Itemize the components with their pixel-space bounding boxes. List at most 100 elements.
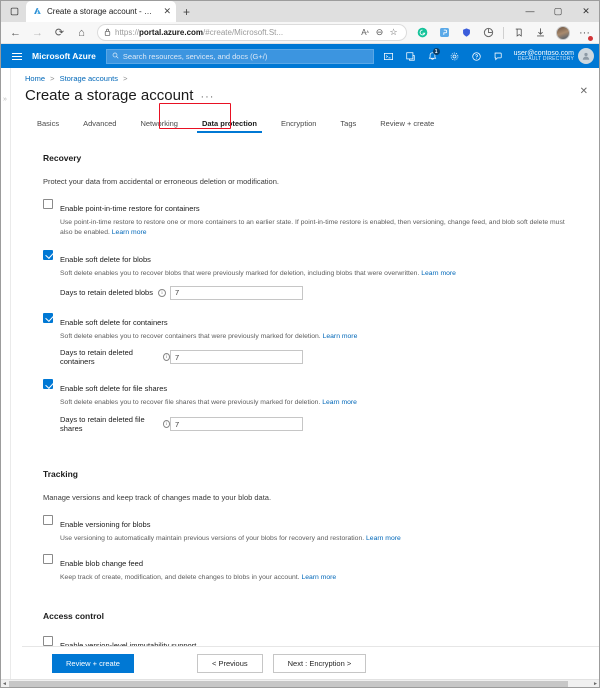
- collections-icon[interactable]: [508, 23, 529, 43]
- window-maximize-button[interactable]: ▢: [544, 0, 572, 22]
- avatar: [578, 48, 594, 64]
- tab-review-create[interactable]: Review + create: [368, 116, 446, 133]
- refresh-icon[interactable]: ⟳: [49, 23, 70, 43]
- learn-more-link[interactable]: Learn more: [366, 535, 401, 542]
- scrollbar-track[interactable]: [9, 680, 591, 688]
- help-soft-delete-containers: Soft delete enables you to recover conta…: [60, 332, 358, 340]
- field-days-retain-blobs: Days to retain deleted blobs i: [60, 285, 570, 300]
- option-soft-delete-containers[interactable]: Enable soft delete for containers Soft d…: [43, 312, 570, 342]
- azure-favicon-icon: [32, 7, 42, 17]
- window-close-button[interactable]: ✕: [572, 0, 600, 22]
- info-icon[interactable]: i: [162, 353, 170, 362]
- profile-avatar[interactable]: [552, 23, 573, 43]
- grammarly-extension-icon[interactable]: [412, 23, 433, 43]
- checkbox-soft-delete-blobs[interactable]: [43, 249, 53, 260]
- learn-more-link[interactable]: Learn more: [322, 399, 357, 406]
- ghostery-extension-icon[interactable]: [478, 23, 499, 43]
- option-versioning-blobs[interactable]: Enable versioning for blobs Use versioni…: [43, 514, 570, 544]
- back-icon[interactable]: ←: [5, 23, 26, 43]
- horizontal-scrollbar[interactable]: ◄ ►: [0, 679, 600, 688]
- blade-footer: Review + create < Previous Next : Encryp…: [22, 646, 600, 680]
- bitwarden-extension-icon[interactable]: [456, 23, 477, 43]
- tab-search-icon[interactable]: [4, 1, 24, 21]
- blade-collapse-rail: »: [0, 68, 11, 688]
- zoom-out-icon[interactable]: ⊖: [373, 25, 386, 40]
- option-soft-delete-file-shares[interactable]: Enable soft delete for file shares Soft …: [43, 378, 570, 408]
- info-icon[interactable]: i: [162, 420, 170, 429]
- read-aloud-icon[interactable]: Aᴬ: [358, 25, 372, 40]
- add-favorite-icon[interactable]: ☆: [387, 25, 400, 40]
- hamburger-icon[interactable]: [6, 52, 28, 60]
- learn-more-link[interactable]: Learn more: [301, 574, 336, 581]
- label-soft-delete-file-shares: Enable soft delete for file shares: [60, 384, 168, 394]
- checkbox-blob-change-feed[interactable]: [43, 554, 53, 565]
- learn-more-link[interactable]: Learn more: [323, 333, 358, 340]
- chevron-right-icon[interactable]: »: [3, 96, 7, 688]
- new-tab-button[interactable]: +: [176, 5, 197, 19]
- help-blob-change-feed: Keep track of create, modification, and …: [60, 574, 337, 582]
- browser-tab[interactable]: Create a storage account - Micro ✕: [26, 1, 176, 22]
- checkbox-versioning-blobs[interactable]: [43, 515, 53, 526]
- portal-body: » Home > Storage accounts > Create a sto…: [0, 68, 600, 688]
- cloud-shell-icon[interactable]: [378, 45, 400, 67]
- directories-icon[interactable]: [400, 45, 422, 67]
- tab-networking[interactable]: Networking: [128, 116, 190, 133]
- browser-navbar: ← → ⟳ ⌂ https://portal.azure.com/#create…: [0, 22, 600, 44]
- url-text: https://portal.azure.com/#create/Microso…: [115, 28, 284, 37]
- option-soft-delete-blobs[interactable]: Enable soft delete for blobs Soft delete…: [43, 249, 570, 279]
- section-title-access-control: Access control: [43, 610, 104, 621]
- option-blob-change-feed[interactable]: Enable blob change feed Keep track of cr…: [43, 553, 570, 583]
- checkbox-point-in-time-restore[interactable]: [43, 199, 53, 209]
- review-create-button[interactable]: Review + create: [52, 654, 134, 673]
- wizard-tabs: Basics Advanced Networking Data protecti…: [11, 103, 600, 133]
- window-minimize-button[interactable]: —: [516, 0, 544, 22]
- blade-more-menu-icon[interactable]: ···: [200, 91, 214, 103]
- tab-basics[interactable]: Basics: [25, 116, 71, 133]
- user-directory-label: DEFAULT DIRECTORY: [517, 56, 574, 63]
- azure-user-menu[interactable]: user@contoso.com DEFAULT DIRECTORY: [514, 48, 594, 64]
- previous-button[interactable]: < Previous: [196, 654, 263, 673]
- next-encryption-button[interactable]: Next : Encryption >: [272, 654, 367, 673]
- learn-more-link[interactable]: Learn more: [112, 229, 147, 236]
- label-blob-change-feed: Enable blob change feed: [60, 559, 143, 569]
- field-days-retain-file-shares: Days to retain deleted file shares i: [60, 415, 570, 433]
- browser-settings-more-icon[interactable]: ···: [574, 23, 595, 43]
- tab-data-protection[interactable]: Data protection: [190, 116, 269, 133]
- azure-search-input[interactable]: Search resources, services, and docs (G+…: [105, 48, 374, 64]
- address-bar[interactable]: https://portal.azure.com/#create/Microso…: [97, 24, 407, 41]
- notifications-icon[interactable]: 1: [422, 45, 444, 67]
- checkbox-soft-delete-file-shares[interactable]: [43, 379, 53, 390]
- scroll-right-arrow-icon[interactable]: ►: [591, 680, 600, 688]
- input-days-retain-blobs[interactable]: [170, 285, 303, 300]
- tab-tags[interactable]: Tags: [328, 116, 368, 133]
- azure-header: Microsoft Azure Search resources, servic…: [0, 44, 600, 68]
- scrollbar-thumb[interactable]: [9, 680, 568, 688]
- azure-brand-label[interactable]: Microsoft Azure: [32, 51, 96, 61]
- downloads-icon[interactable]: [530, 23, 551, 43]
- scroll-left-arrow-icon[interactable]: ◄: [0, 680, 9, 688]
- input-days-retain-file-shares[interactable]: [170, 417, 303, 432]
- home-icon[interactable]: ⌂: [71, 23, 92, 43]
- label-point-in-time-restore: Enable point-in-time restore for contain…: [60, 204, 200, 213]
- tab-close-icon[interactable]: ✕: [163, 7, 171, 16]
- checkbox-version-level-immutability[interactable]: [43, 635, 53, 646]
- create-storage-account-blade: Home > Storage accounts > Create a stora…: [11, 68, 600, 688]
- browser-tabstrip: Create a storage account - Micro ✕ + — ▢…: [0, 0, 600, 22]
- input-days-retain-containers[interactable]: [170, 350, 303, 365]
- learn-more-link[interactable]: Learn more: [421, 270, 456, 277]
- tab-advanced[interactable]: Advanced: [71, 116, 128, 133]
- breadcrumb-item-home[interactable]: Home: [25, 74, 45, 83]
- checkbox-soft-delete-containers[interactable]: [43, 312, 53, 323]
- azure-header-icons: 1 user@contoso.com DEFAULT DIRECTORY: [378, 45, 594, 67]
- forward-icon[interactable]: →: [27, 23, 48, 43]
- info-icon[interactable]: i: [157, 288, 166, 297]
- settings-gear-icon[interactable]: [444, 45, 466, 67]
- tab-encryption[interactable]: Encryption: [269, 116, 328, 133]
- help-icon[interactable]: [466, 45, 488, 67]
- adobe-extension-icon[interactable]: [434, 23, 455, 43]
- help-soft-delete-blobs: Soft delete enables you to recover blobs…: [60, 269, 456, 277]
- feedback-icon[interactable]: [488, 45, 510, 67]
- option-point-in-time-restore[interactable]: Enable point-in-time restore for contain…: [43, 198, 570, 238]
- breadcrumb-item-storage-accounts[interactable]: Storage accounts: [60, 74, 118, 83]
- blade-close-icon[interactable]: ✕: [580, 86, 588, 97]
